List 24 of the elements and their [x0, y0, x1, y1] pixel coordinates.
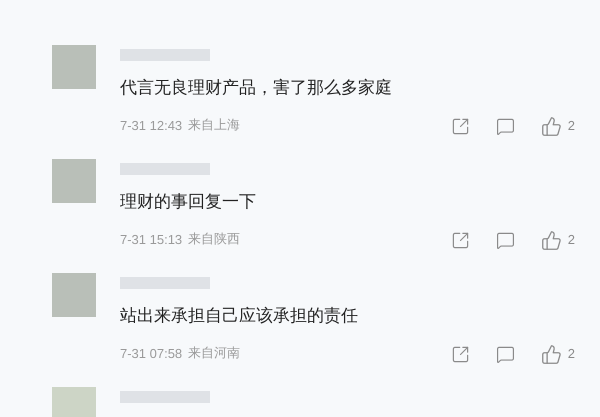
like-count: 2	[568, 117, 575, 136]
comment-text: 代言无良理财产品，害了那么多家庭	[120, 77, 393, 99]
avatar-placeholder	[52, 45, 96, 89]
like-icon[interactable]	[540, 344, 562, 364]
share-icon[interactable]	[450, 116, 470, 136]
comment-time: 7-31 12:43	[120, 117, 182, 136]
avatar-placeholder	[52, 273, 96, 317]
comment-icon[interactable]	[496, 344, 515, 364]
like-count: 2	[568, 345, 575, 364]
comment-time: 7-31 07:58	[120, 345, 182, 364]
comment-location: 来自上海	[188, 117, 240, 136]
comment-icon[interactable]	[496, 230, 515, 250]
comment-location: 来自河南	[188, 345, 240, 364]
like-icon[interactable]	[540, 230, 562, 250]
comment-location: 来自陕西	[188, 231, 240, 250]
share-icon[interactable]	[450, 344, 470, 364]
like-icon[interactable]	[540, 116, 562, 136]
share-icon[interactable]	[450, 230, 470, 250]
like-count: 2	[568, 231, 575, 250]
comment-time: 7-31 15:13	[120, 231, 182, 250]
comment-text: 理财的事回复一下	[120, 191, 257, 213]
comment-text: 站出来承担自己应该承担的责任	[120, 305, 359, 327]
comment-icon[interactable]	[496, 116, 515, 136]
avatar-placeholder	[52, 159, 96, 203]
